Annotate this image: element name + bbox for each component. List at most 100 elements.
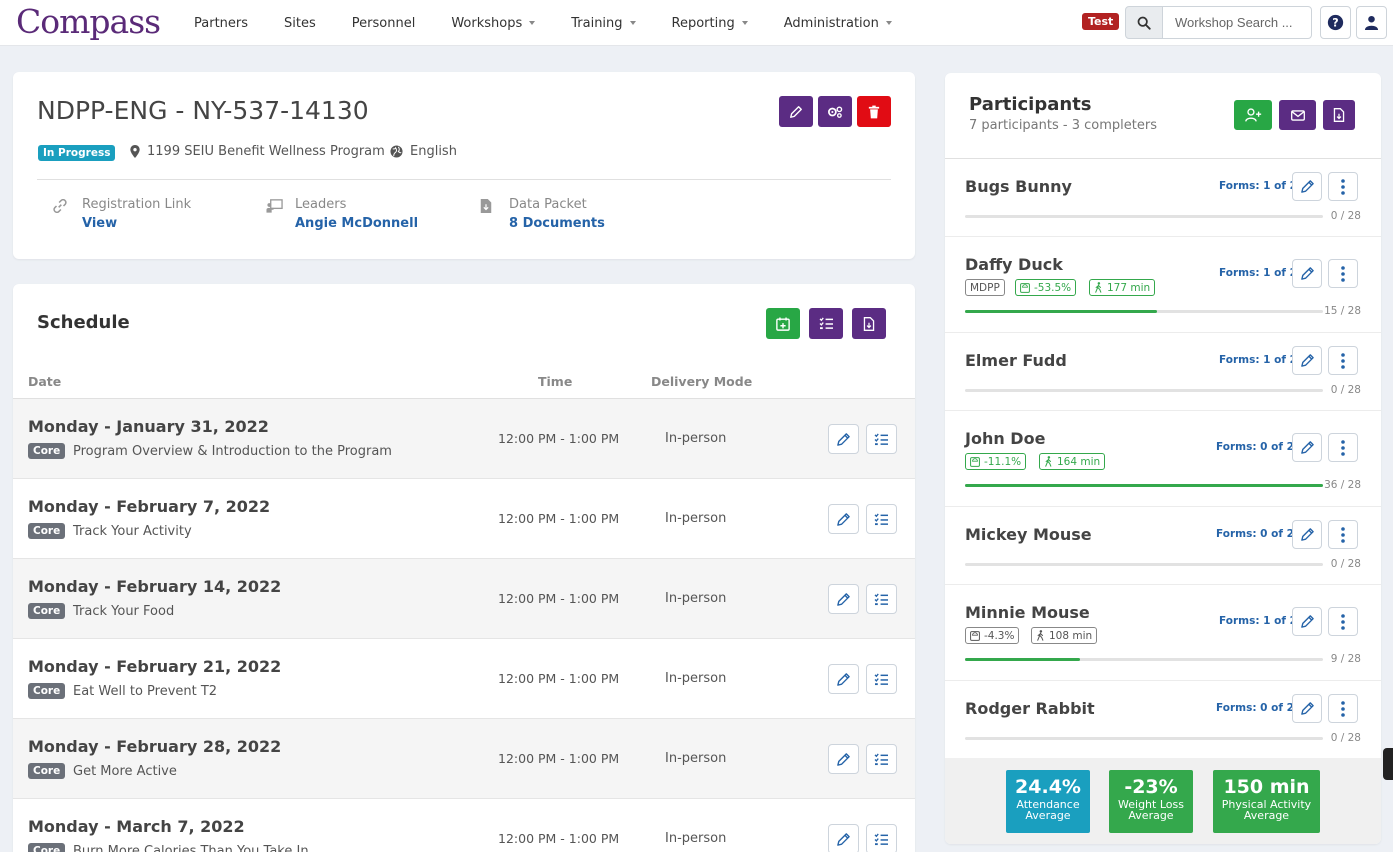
participant-name[interactable]: Mickey Mouse [965,525,1092,544]
edit-participant-button[interactable] [1292,433,1322,462]
edit-participant-button[interactable] [1292,520,1322,549]
nav-item-sites[interactable]: Sites [284,16,316,31]
session-attendance-button[interactable] [866,744,897,774]
edit-session-button[interactable] [828,824,859,852]
nav-item-administration[interactable]: Administration [784,16,892,31]
workshop-search-input[interactable] [1162,6,1312,39]
nav-item-label: Personnel [351,15,416,31]
nav-item-training[interactable]: Training [571,16,636,31]
participant-row[interactable]: Mickey Mouse Forms: 0 of 2 0 / 28 [945,507,1381,585]
tag-text: MDPP [970,281,1000,294]
participant-row[interactable]: Elmer Fudd Forms: 1 of 2 0 / 28 [945,333,1381,411]
data-packet-link[interactable]: 8 Documents [509,216,605,231]
edit-session-button[interactable] [828,664,859,694]
caret-down-icon [629,21,636,25]
delete-workshop-button[interactable] [857,96,891,127]
leader-link[interactable]: Angie McDonnell [295,216,418,231]
edit-session-button[interactable] [828,424,859,454]
tag-text: 164 min [1057,455,1101,468]
participant-name[interactable]: Bugs Bunny [965,177,1072,196]
forms-status[interactable]: Forms: 0 of 2 [1216,528,1294,540]
attendance-progress-bar [965,389,1323,392]
forms-status[interactable]: Forms: 0 of 2 [1216,441,1294,453]
participant-options-button[interactable] [1328,694,1358,723]
attendance-progress-bar [965,563,1323,566]
forms-status[interactable]: Forms: 1 of 2 [1219,615,1297,627]
edit-participant-button[interactable] [1292,259,1322,288]
participant-options-button[interactable] [1328,433,1358,462]
add-session-button[interactable] [766,308,800,339]
forms-status[interactable]: Forms: 0 of 2 [1216,702,1294,714]
forms-status[interactable]: Forms: 1 of 2 [1219,267,1297,279]
nav-item-reporting[interactable]: Reporting [672,16,748,31]
participant-row[interactable]: Daffy Duck Forms: 1 of 2 15 / 28 MDPP -53.5%… [945,237,1381,333]
workshop-summary-card: NDPP-ENG - NY-537-14130 In Progress 1199… [13,72,915,259]
nav-item-partners[interactable]: Partners [194,16,248,31]
column-header-date[interactable]: Date [28,374,61,389]
pencil-icon [1300,441,1314,454]
export-participants-button[interactable] [1323,100,1355,130]
registration-link-view[interactable]: View [82,216,191,231]
table-row: Monday - January 31, 2022 Core Program Ove… [13,399,915,479]
table-row: Monday - February 14, 2022 Core Track Your… [13,559,915,639]
edit-participant-button[interactable] [1292,694,1322,723]
calendar-plus-icon [776,316,790,331]
side-drawer-tab[interactable] [1383,748,1393,780]
session-attendance-button[interactable] [866,824,897,852]
user-menu-button[interactable] [1356,6,1387,39]
schedule-actions [766,308,886,339]
edit-session-button[interactable] [828,504,859,534]
edit-participant-button[interactable] [1292,172,1322,201]
participant-options-button[interactable] [1328,259,1358,288]
session-attendance-button[interactable] [866,504,897,534]
participant-name[interactable]: John Doe [965,429,1045,448]
export-schedule-button[interactable] [852,308,886,339]
session-topic: Program Overview & Introduction to the P… [73,444,392,459]
participant-options-button[interactable] [1328,607,1358,636]
help-icon: ? [1327,14,1344,31]
participant-row[interactable]: Bugs Bunny Forms: 1 of 2 0 / 28 [945,159,1381,237]
compass-logo[interactable]: Compass [16,2,161,41]
attendance-progress-fill [965,484,1323,487]
kebab-menu-icon [1341,265,1345,282]
pencil-icon [837,832,850,846]
participant-name[interactable]: Rodger Rabbit [965,699,1095,718]
session-attendance-button[interactable] [866,664,897,694]
workshop-settings-button[interactable] [818,96,852,127]
participant-options-button[interactable] [1328,346,1358,375]
participant-row[interactable]: Minnie Mouse Forms: 1 of 2 9 / 28 -4.3% 108 … [945,585,1381,681]
session-attendance-button[interactable] [866,424,897,454]
attendance-progress-fill [965,310,1157,313]
add-participant-button[interactable] [1234,100,1272,130]
participant-name[interactable]: Daffy Duck [965,255,1063,274]
edit-workshop-button[interactable] [779,96,813,127]
participant-name[interactable]: Elmer Fudd [965,351,1067,370]
session-delivery-mode: In-person [665,671,727,686]
participant-options-button[interactable] [1328,172,1358,201]
forms-status[interactable]: Forms: 1 of 2 [1219,354,1297,366]
session-date: Monday - February 21, 2022 [28,657,282,676]
edit-session-button[interactable] [828,744,859,774]
session-time: 12:00 PM - 1:00 PM [498,431,620,446]
session-attendance-button[interactable] [866,584,897,614]
stat-tile: 150 min Physical Activity Average [1213,770,1320,833]
help-button[interactable]: ? [1320,6,1351,39]
participant-options-button[interactable] [1328,520,1358,549]
session-type-badge: Core [28,763,66,779]
nav-item-personnel[interactable]: Personnel [352,16,416,31]
attendance-checklist-button[interactable] [809,308,843,339]
edit-participant-button[interactable] [1292,346,1322,375]
participant-name[interactable]: Minnie Mouse [965,603,1090,622]
table-row: Monday - February 21, 2022 Core Eat Well t… [13,639,915,719]
participant-row[interactable]: John Doe Forms: 0 of 2 36 / 28 -11.1% 164 mi… [945,411,1381,507]
column-header-time[interactable]: Time [538,374,572,389]
forms-status[interactable]: Forms: 1 of 2 [1219,180,1297,192]
nav-item-workshops[interactable]: Workshops [451,16,536,31]
edit-participant-button[interactable] [1292,607,1322,636]
language-text: English [410,144,457,159]
search-button[interactable] [1125,6,1163,39]
participant-row[interactable]: Rodger Rabbit Forms: 0 of 2 0 / 28 [945,681,1381,759]
column-header-delivery-mode[interactable]: Delivery Mode [651,374,752,389]
edit-session-button[interactable] [828,584,859,614]
email-participants-button[interactable] [1279,100,1316,130]
